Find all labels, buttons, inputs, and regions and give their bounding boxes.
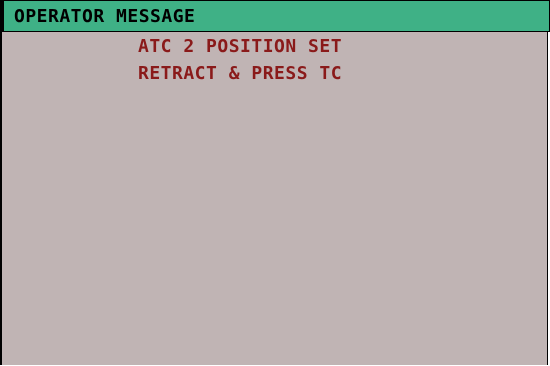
operator-message-panel: OPERATOR MESSAGE ATC 2 POSITION SET RETR…: [0, 0, 550, 365]
page-title: OPERATOR MESSAGE: [14, 6, 196, 27]
message-line: RETRACT & PRESS TC: [138, 63, 343, 84]
title-bar: OPERATOR MESSAGE: [2, 0, 550, 31]
message-line: ATC 2 POSITION SET: [138, 36, 343, 57]
message-list: ATC 2 POSITION SET RETRACT & PRESS TC: [2, 32, 550, 365]
